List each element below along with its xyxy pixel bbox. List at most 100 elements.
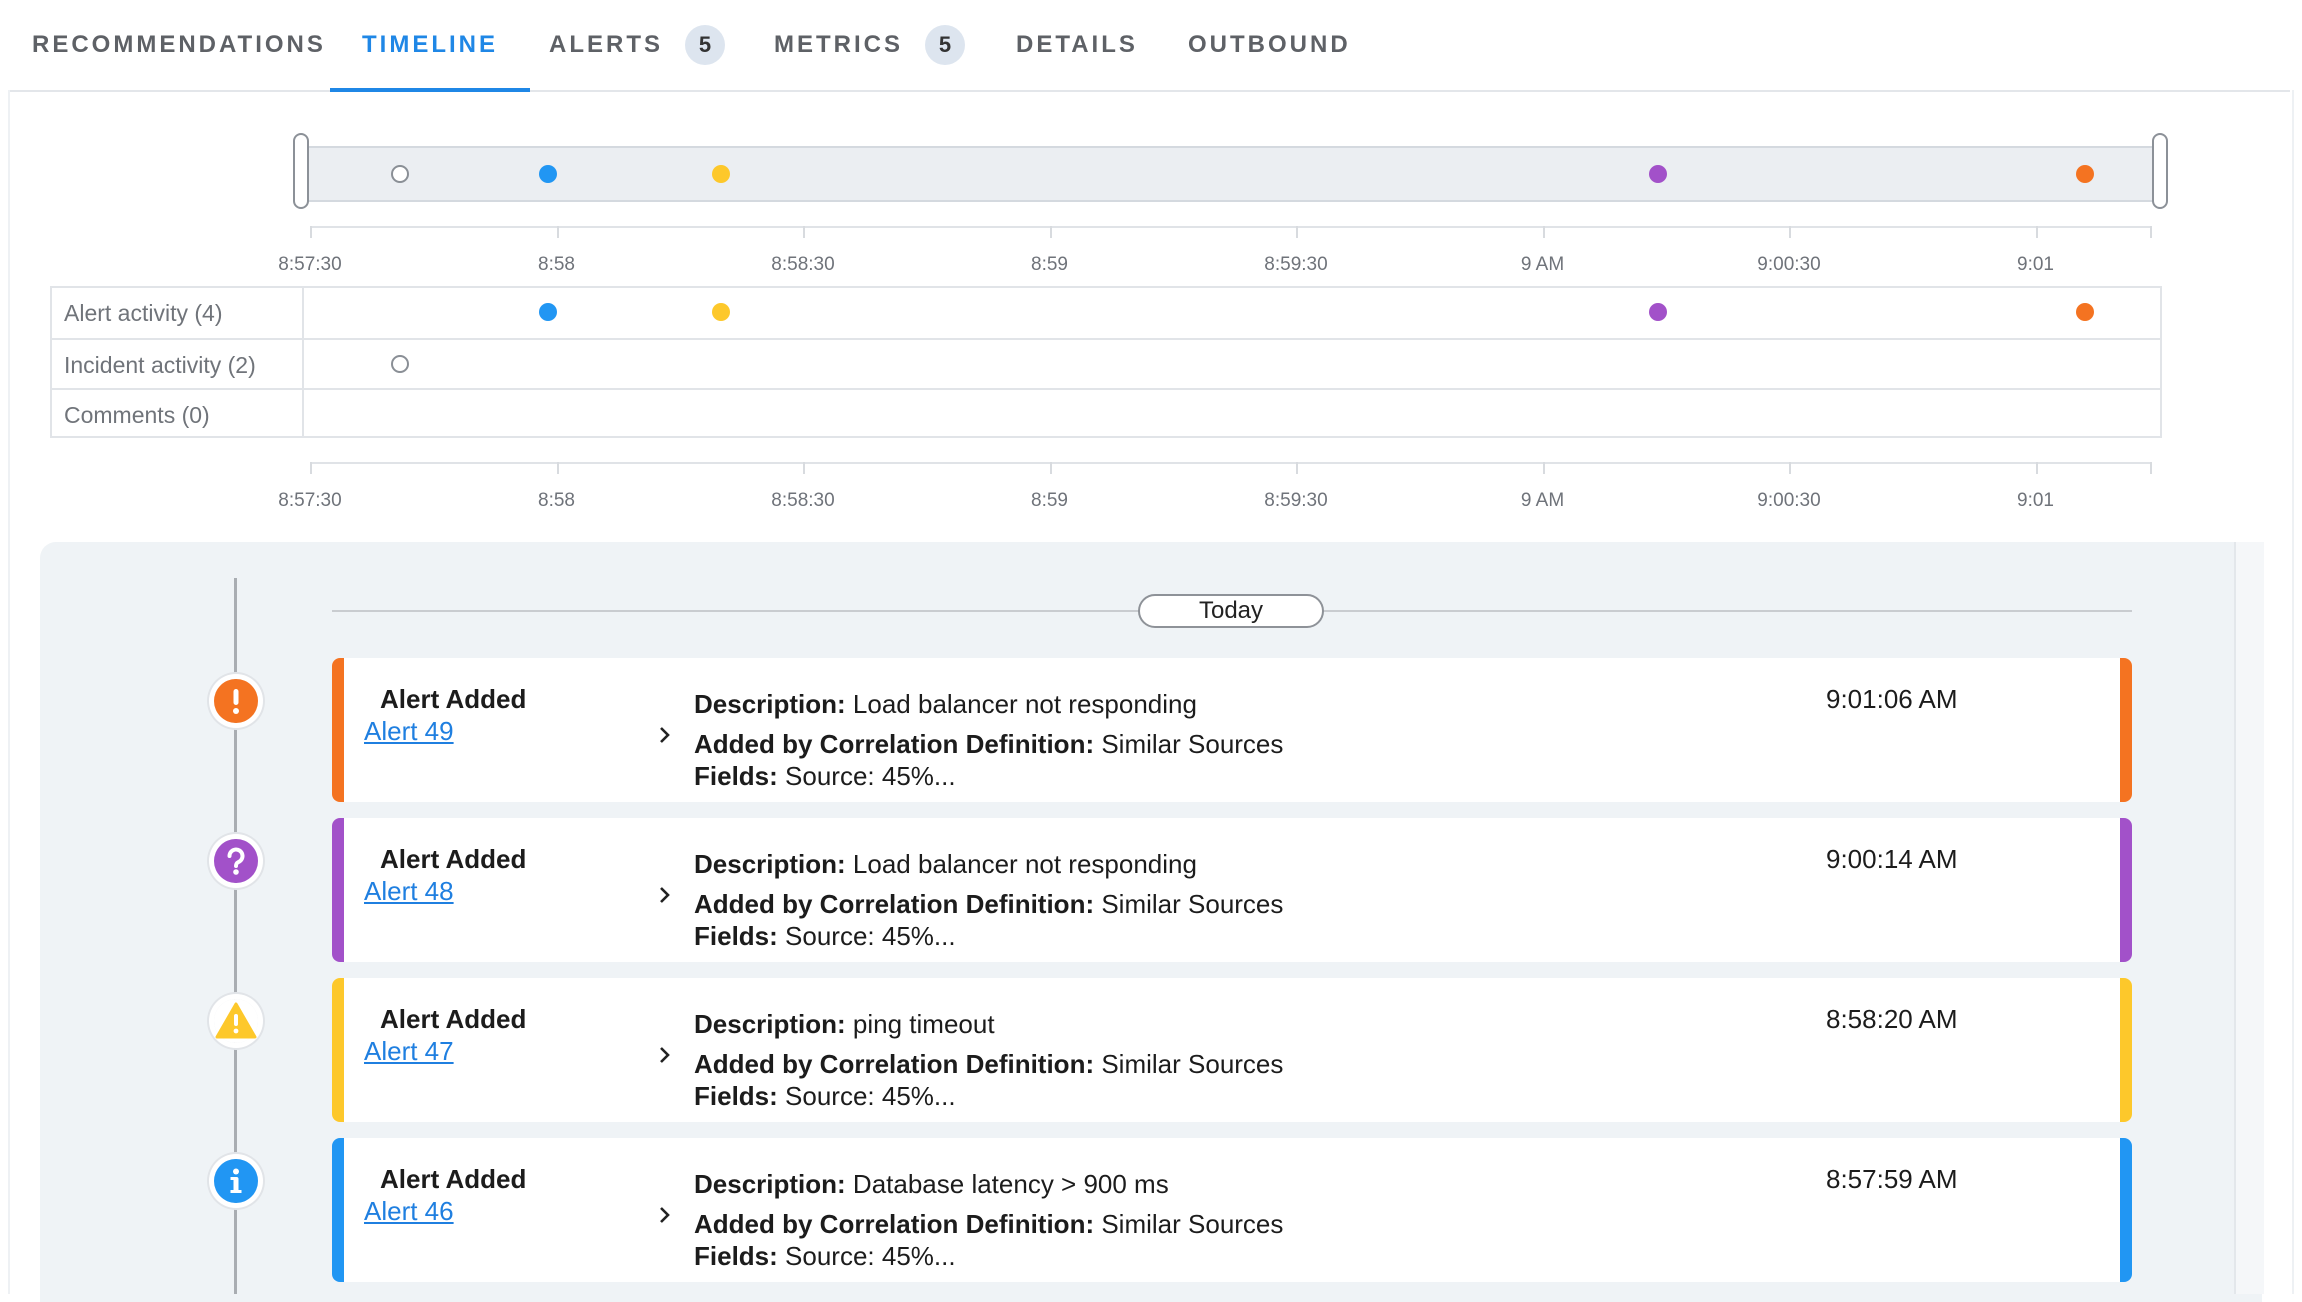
alert-activity-dot[interactable] [711, 303, 730, 321]
axis-tick [1296, 226, 1298, 238]
description-value: Load balancer not responding [852, 689, 1197, 719]
activity-time-axis: 8:57:30 8:58 8:58:30 8:59 8:59:30 9 AM 9:00:30… [278, 462, 2152, 511]
correlation-label: Added by Correlation Definition: [694, 889, 1095, 919]
fields-label: Fields: [694, 761, 778, 791]
axis-end-tick [2150, 462, 2152, 474]
tab-label: OUTBOUND [1188, 31, 1351, 58]
panel-scrollbar[interactable] [2234, 542, 2264, 1294]
axis-tick-label: 9 AM [1520, 490, 1565, 511]
alert-activity-dot[interactable] [539, 303, 558, 321]
tab-label: ALERTS [549, 31, 663, 58]
description-value: Database latency > 900 ms [852, 1169, 1169, 1199]
severity-unknown-icon [214, 839, 258, 883]
tab-label: RECOMMENDATIONS [32, 31, 326, 58]
severity-bar [332, 978, 344, 1122]
alert-link[interactable]: Alert 46 [364, 1196, 454, 1227]
metrics-count-badge: 5 [925, 25, 965, 65]
axis-tick-label: 8:58:30 [771, 254, 835, 275]
range-start-handle[interactable] [293, 133, 309, 209]
overview-range-track[interactable] [302, 146, 2160, 202]
tab-outbound[interactable]: OUTBOUND [1188, 0, 1351, 90]
alert-link[interactable]: Alert 49 [364, 716, 454, 747]
severity-bar [2120, 1138, 2132, 1282]
alert-link[interactable]: Alert 47 [364, 1036, 454, 1067]
overview-event-dot[interactable] [391, 165, 410, 183]
event-details: Description: ping timeout Added by Corre… [694, 1004, 1283, 1116]
chevron-right-icon[interactable] [650, 1200, 680, 1230]
event-title: Alert Added [380, 1004, 527, 1034]
alerts-count-badge: 5 [685, 25, 725, 65]
alert-activity-dot[interactable] [1648, 303, 1667, 321]
tab-alerts[interactable]: ALERTS 5 [549, 0, 725, 90]
axis-tick-label: 8:59 [1031, 254, 1068, 275]
severity-bar [2120, 818, 2132, 962]
fields-value: Source: 45%... [785, 761, 956, 791]
day-separator-label: Today [1138, 594, 1324, 628]
severity-bar [2120, 658, 2132, 802]
overview-event-dot[interactable] [539, 165, 558, 183]
row-label: Comments (0) [64, 402, 210, 428]
page-edge-right [2292, 90, 2294, 1294]
event-time: 9:00:14 AM [1826, 844, 1958, 874]
tab-label: TIMELINE [362, 31, 498, 58]
event-time: 8:58:20 AM [1826, 1004, 1958, 1034]
overview-event-dot[interactable] [2075, 165, 2094, 183]
axis-tick-label: 8:59:30 [1264, 490, 1328, 511]
fields-value: Source: 45%... [785, 921, 956, 951]
severity-bar [332, 1138, 344, 1282]
page-edge-left [8, 90, 10, 1294]
alert-link[interactable]: Alert 48 [364, 876, 454, 907]
fields-label: Fields: [694, 921, 778, 951]
alert-activity-dot[interactable] [2075, 303, 2094, 321]
correlation-label: Added by Correlation Definition: [694, 1209, 1095, 1239]
severity-warning-icon [214, 999, 258, 1043]
axis-tick-label: 9 AM [1520, 254, 1565, 275]
event-time: 9:01:06 AM [1826, 684, 1958, 714]
range-end-handle[interactable] [2152, 133, 2168, 209]
axis-tick [803, 462, 805, 474]
tab-timeline[interactable]: TIMELINE [330, 0, 530, 92]
axis-tick-label: 8:57:30 [278, 490, 342, 511]
incident-activity-dot[interactable] [391, 355, 410, 373]
correlation-label: Added by Correlation Definition: [694, 1049, 1095, 1079]
tab-label: METRICS [774, 31, 903, 58]
severity-info-icon [214, 1159, 258, 1203]
event-details: Description: Load balancer not respondin… [694, 684, 1283, 796]
axis-tick [2035, 462, 2038, 474]
tab-details[interactable]: DETAILS [1016, 0, 1138, 90]
tab-bar: RECOMMENDATIONS TIMELINE ALERTS 5 METRIC… [8, 0, 2290, 92]
axis-tick-label: 9:00:30 [1757, 490, 1821, 511]
correlation-value: Similar Sources [1101, 889, 1284, 919]
severity-bar [332, 818, 344, 962]
tab-metrics[interactable]: METRICS 5 [774, 0, 965, 90]
timeline-event-card: Alert Added Alert 49 Description: Load b… [332, 658, 2132, 802]
overview-event-dot[interactable] [1648, 165, 1667, 183]
chevron-right-icon[interactable] [650, 1040, 680, 1070]
row-label: Alert activity (4) [64, 300, 223, 326]
severity-bar [2120, 978, 2132, 1122]
event-details: Description: Database latency > 900 ms A… [694, 1164, 1283, 1276]
row-label: Incident activity (2) [64, 352, 256, 378]
correlation-value: Similar Sources [1101, 1049, 1284, 1079]
axis-tick [310, 226, 312, 238]
description-value: ping timeout [852, 1009, 995, 1039]
tab-recommendations[interactable]: RECOMMENDATIONS [32, 0, 326, 90]
fields-value: Source: 45%... [785, 1081, 956, 1111]
description-value: Load balancer not responding [852, 849, 1197, 879]
axis-tick-label: 8:58 [538, 254, 575, 275]
severity-bar [332, 658, 344, 802]
axis-tick [2035, 226, 2038, 238]
timeline-event-card: Alert Added Alert 47 Description: ping t… [332, 978, 2132, 1122]
correlation-value: Similar Sources [1101, 1209, 1284, 1239]
overview-time-axis: 8:57:30 8:58 8:58:30 8:59 8:59:30 9 AM 9:00:30… [278, 226, 2152, 275]
overview-event-dot[interactable] [711, 165, 730, 183]
fields-label: Fields: [694, 1241, 778, 1271]
axis-tick-label: 8:58:30 [771, 490, 835, 511]
axis-tick-label: 8:57:30 [278, 254, 342, 275]
chevron-right-icon[interactable] [650, 720, 680, 750]
axis-tick-label: 9:01 [2017, 490, 2054, 511]
chevron-right-icon[interactable] [650, 880, 680, 910]
timeline-event-card: Alert Added Alert 46 Description: Databa… [332, 1138, 2132, 1282]
axis-tick-label: 9:00:30 [1757, 254, 1821, 275]
event-time: 8:57:59 AM [1826, 1164, 1958, 1194]
